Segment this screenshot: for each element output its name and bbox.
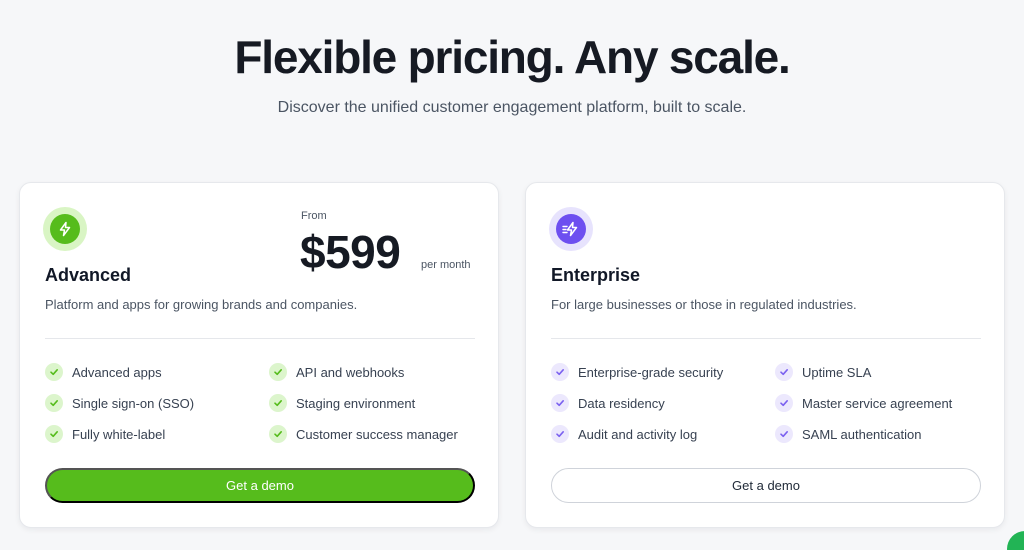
check-icon bbox=[45, 363, 63, 381]
feature-item: Master service agreement bbox=[775, 394, 952, 412]
chat-widget-button[interactable] bbox=[1007, 531, 1024, 550]
feature-label: Enterprise-grade security bbox=[578, 364, 724, 380]
feature-item: API and webhooks bbox=[269, 363, 404, 381]
feature-label: Fully white-label bbox=[72, 426, 166, 442]
check-icon bbox=[775, 363, 793, 381]
feature-label: Master service agreement bbox=[802, 395, 953, 411]
check-icon bbox=[775, 425, 793, 443]
feature-label: Staging environment bbox=[296, 395, 416, 411]
feature-item: Single sign-on (SSO) bbox=[45, 394, 194, 412]
page-subtitle: Discover the unified customer engagement… bbox=[277, 99, 747, 116]
plan-card-advanced: From $599 per month Advanced Platform an… bbox=[19, 182, 499, 528]
check-icon bbox=[269, 394, 287, 412]
feature-label: Uptime SLA bbox=[802, 364, 872, 380]
feature-label: Advanced apps bbox=[72, 364, 162, 380]
check-icon bbox=[551, 394, 569, 412]
feature-item: Data residency bbox=[551, 394, 665, 412]
feature-item: Staging environment bbox=[269, 394, 415, 412]
feature-item: Advanced apps bbox=[45, 363, 162, 381]
check-icon bbox=[269, 363, 287, 381]
page-title: Flexible pricing. Any scale. bbox=[234, 31, 790, 83]
feature-label: Data residency bbox=[578, 395, 665, 411]
plan-description: For large businesses or those in regulat… bbox=[551, 297, 857, 312]
get-demo-button-enterprise[interactable]: Get a demo bbox=[551, 468, 981, 503]
check-icon bbox=[45, 425, 63, 443]
feature-label: Customer success manager bbox=[296, 426, 458, 442]
check-icon bbox=[551, 425, 569, 443]
plan-card-enterprise: Enterprise For large businesses or those… bbox=[525, 182, 1005, 528]
check-icon bbox=[269, 425, 287, 443]
price-from-label: From bbox=[301, 210, 327, 222]
feature-label: API and webhooks bbox=[296, 364, 405, 380]
plan-name: Enterprise bbox=[551, 265, 641, 285]
price-period: per month bbox=[421, 259, 471, 271]
lightning-icon bbox=[43, 207, 87, 251]
feature-item: Enterprise-grade security bbox=[551, 363, 723, 381]
check-icon bbox=[775, 394, 793, 412]
check-icon bbox=[551, 363, 569, 381]
plan-name: Advanced bbox=[45, 265, 132, 285]
feature-label: SAML authentication bbox=[802, 426, 922, 442]
divider bbox=[551, 338, 981, 339]
feature-item: Audit and activity log bbox=[551, 425, 697, 443]
check-icon bbox=[45, 394, 63, 412]
feature-item: Uptime SLA bbox=[775, 363, 871, 381]
feature-label: Audit and activity log bbox=[578, 426, 698, 442]
get-demo-button-advanced[interactable]: Get a demo bbox=[45, 468, 475, 503]
divider bbox=[45, 338, 475, 339]
feature-item: Customer success manager bbox=[269, 425, 458, 443]
feature-item: SAML authentication bbox=[775, 425, 921, 443]
fast-lightning-icon bbox=[549, 207, 593, 251]
plan-description: Platform and apps for growing brands and… bbox=[45, 297, 358, 312]
feature-item: Fully white-label bbox=[45, 425, 165, 443]
feature-label: Single sign-on (SSO) bbox=[72, 395, 195, 411]
price-amount: $599 bbox=[300, 226, 401, 278]
